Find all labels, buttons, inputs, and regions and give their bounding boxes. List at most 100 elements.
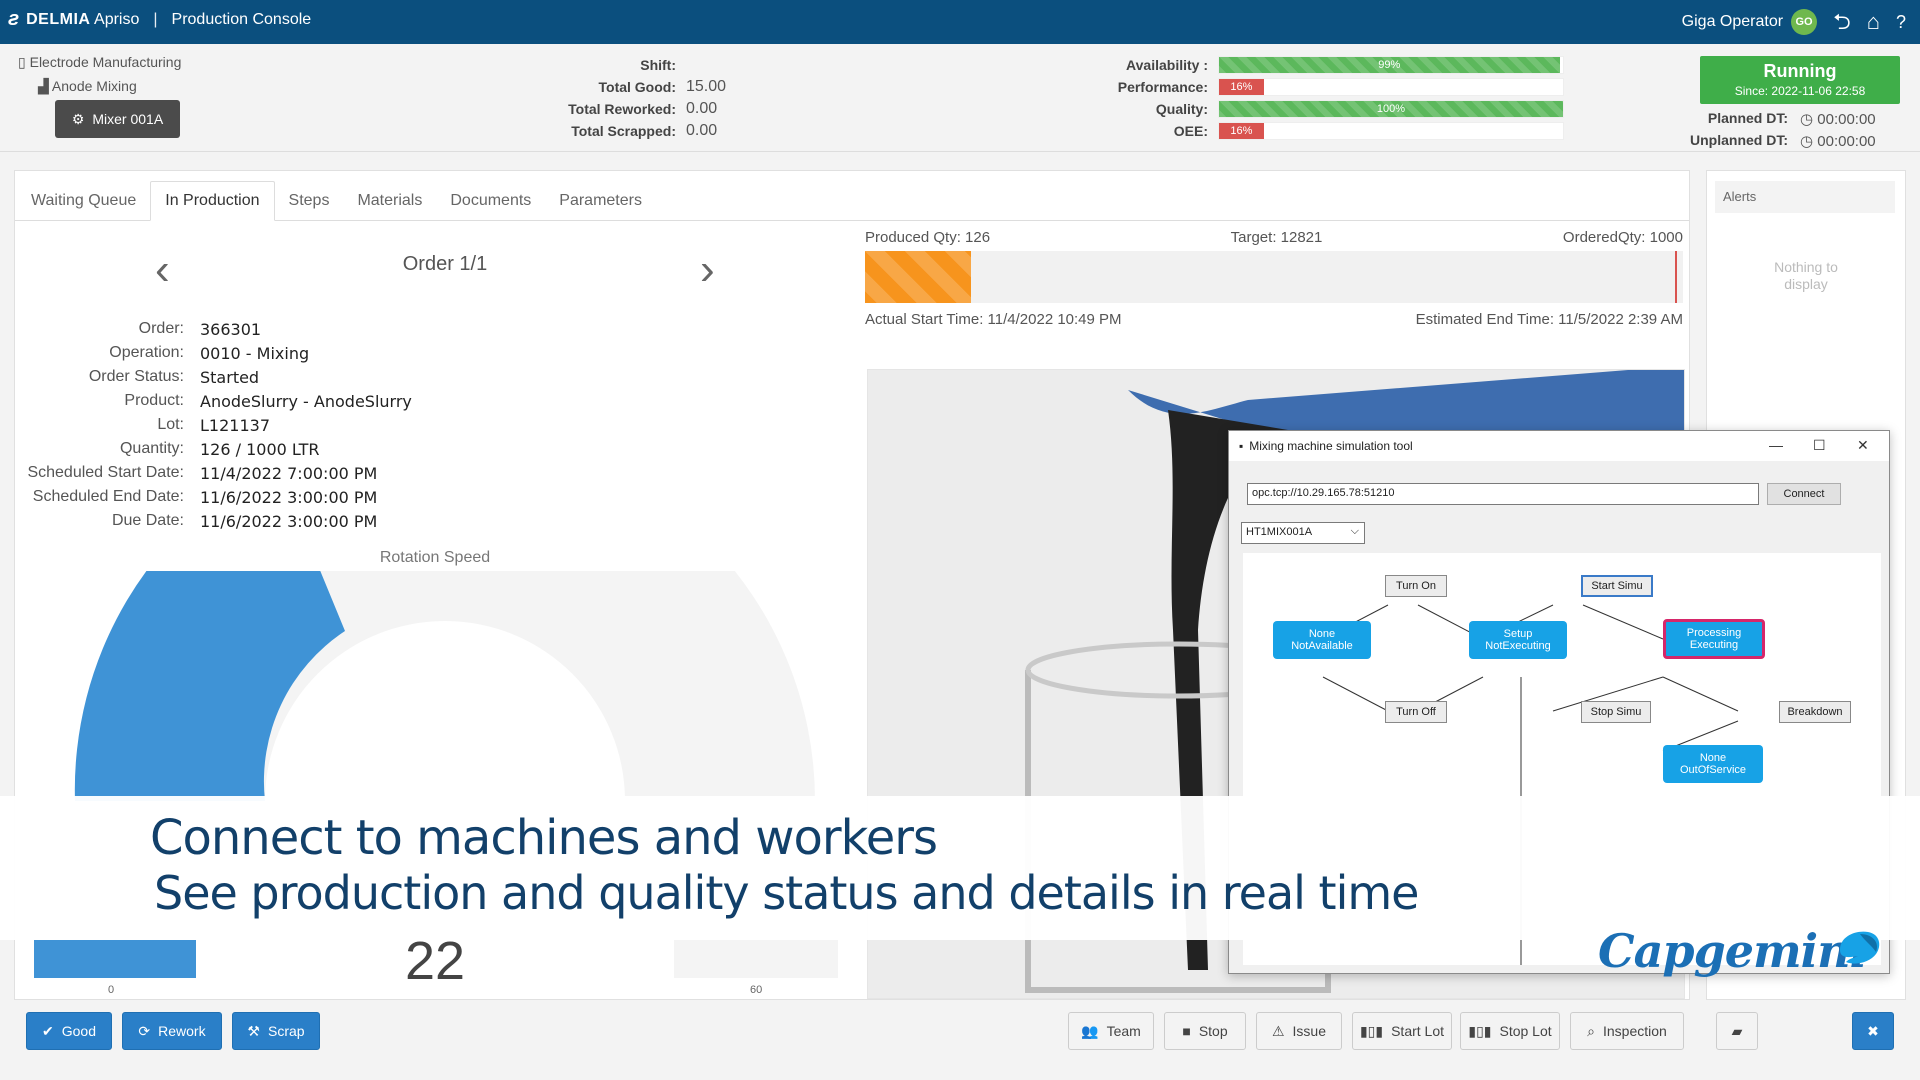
count-row: Shift: [640, 57, 676, 73]
user-name[interactable]: Giga Operator [1682, 13, 1783, 31]
3ds-logo-icon: ƨ [8, 8, 19, 30]
tab-bar: Waiting Queue In Production Steps Materi… [15, 181, 1689, 221]
kpi-oee: OEE: 16% [1100, 120, 1564, 142]
inspection-button[interactable]: ⌕ Inspection [1570, 1012, 1684, 1050]
gauge-title: Rotation Speed [379, 549, 491, 566]
check-icon: ✔ [42, 1022, 54, 1039]
avatar[interactable]: GO [1791, 9, 1818, 35]
maximize-icon[interactable]: ☐ [1813, 437, 1826, 454]
kpi-bar: 100% [1218, 100, 1564, 118]
alerts-empty-state: Nothing to display [1774, 259, 1838, 292]
state-none-outofservice[interactable]: None OutOfService [1663, 745, 1763, 783]
action-bar: ✔ Good ⟳ Rework ⚒ Scrap 👥 Team ■ Stop ⚠ Issue … [0, 1012, 1920, 1056]
gauge-track-base [674, 940, 838, 978]
kpi-fill: 16% [1219, 123, 1264, 139]
factory-icon: ▟ [38, 78, 49, 94]
tools-icon: ✖ [1867, 1022, 1879, 1039]
brand-separator: | [153, 10, 158, 28]
minimize-icon[interactable]: — [1769, 437, 1783, 453]
stop-simu-button[interactable]: Stop Simu [1581, 701, 1651, 723]
close-icon[interactable]: ✕ [1857, 437, 1869, 454]
tab-documents[interactable]: Documents [436, 182, 545, 220]
help-icon[interactable]: ? [1896, 11, 1906, 33]
connect-button[interactable]: Connect [1767, 483, 1841, 505]
caption-overlay: Connect to machines and workers See prod… [0, 796, 1920, 940]
breakdown-button[interactable]: Breakdown [1779, 701, 1851, 723]
order-navigator: Order 1/1 [402, 253, 488, 275]
kpi-bars: Availability :99% Performance: 16% Qualit… [1100, 54, 1564, 142]
estimated-end-time: Estimated End Time: 11/5/2022 2:39 AM [1415, 311, 1683, 328]
detail-row: Quantity: 126 / 1000 LTR [119, 439, 320, 459]
progress-fill [865, 251, 971, 303]
produced-qty: Produced Qty: 126 [865, 229, 991, 246]
stop-button[interactable]: ■ Stop [1164, 1012, 1246, 1050]
unplanned-downtime: Unplanned DT: ◷ 00:00:00 [1690, 132, 1876, 150]
count-row: Total Scrapped: 0.00 [571, 122, 718, 139]
detail-row: Product: AnodeSlurry - AnodeSlurry [124, 391, 412, 411]
barcode-icon: ▮▯▮ [1359, 1022, 1384, 1039]
detail-row: Scheduled Start Date: 11/4/2022 7:00:00 P… [27, 463, 378, 483]
order-details: Order: 366301 Operation: 0010 - Mixing Ord… [25, 317, 412, 533]
tree-area[interactable]: ▟ Anode Mixing [38, 78, 181, 95]
state-none-notavailable[interactable]: None NotAvailable [1273, 621, 1371, 659]
gears-icon: ⚙ [71, 110, 85, 127]
team-button[interactable]: 👥 Team [1068, 1012, 1154, 1050]
caption-line-1: Connect to machines and workers [150, 810, 938, 866]
opc-url-input[interactable]: opc.tcp://10.29.165.78:51210 [1247, 483, 1759, 505]
stop-lot-button[interactable]: ▮▯▮ Stop Lot [1460, 1012, 1560, 1050]
alerts-header: Alerts [1715, 181, 1895, 213]
kpi-bar: 16% [1218, 78, 1564, 96]
tab-parameters[interactable]: Parameters [545, 182, 656, 220]
comment-button[interactable]: ▰ [1716, 1012, 1758, 1050]
tools-button[interactable]: ✖ [1852, 1012, 1894, 1050]
state-processing-executing[interactable]: Processing Executing [1663, 619, 1765, 659]
issue-button[interactable]: ⚠ Issue [1256, 1012, 1342, 1050]
progress-bar [865, 251, 1683, 303]
state-setup-notexecuting[interactable]: Setup NotExecuting [1469, 621, 1567, 659]
start-simu-button[interactable]: Start Simu [1581, 575, 1653, 597]
location-tree: ▯ Electrode Manufacturing ▟ Anode Mixing [18, 54, 181, 102]
target-marker [1675, 251, 1677, 303]
tab-in-production[interactable]: In Production [150, 181, 275, 221]
scrap-icon: ⚒ [247, 1022, 260, 1039]
detail-row: Lot: L121137 [157, 415, 270, 435]
gauge-fill-base [34, 940, 196, 978]
kpi-bar: 16% [1218, 122, 1564, 140]
detail-row: Scheduled End Date: 11/6/2022 3:00:00 PM [32, 487, 378, 507]
tab-steps[interactable]: Steps [275, 182, 344, 220]
barcode-icon: ▮▯▮ [1468, 1022, 1492, 1039]
tab-waiting-queue[interactable]: Waiting Queue [17, 182, 150, 220]
next-order-icon[interactable]: › [700, 245, 715, 295]
search-icon: ⌕ [1587, 1022, 1595, 1039]
simulation-titlebar[interactable]: ▪ Mixing machine simulation tool — ☐ ✕ [1229, 431, 1889, 461]
order-progress: Produced Qty: 126 Target: 12821 OrderedQ… [865, 229, 1683, 328]
scrap-button[interactable]: ⚒ Scrap [232, 1012, 320, 1050]
back-icon[interactable]: ⮌ [1833, 11, 1851, 33]
clock-icon: ◷ [1800, 111, 1814, 128]
good-button[interactable]: ✔ Good [26, 1012, 112, 1050]
tab-materials[interactable]: Materials [343, 182, 436, 220]
comment-icon: ▰ [1731, 1022, 1743, 1039]
rework-button[interactable]: ⟳ Rework [122, 1012, 222, 1050]
brand: ƨ DELMIA Apriso | Production Console [8, 8, 311, 31]
rotation-speed-gauge [74, 571, 815, 801]
gauge-max: 60 [750, 984, 763, 996]
home-icon[interactable]: ⌂ [1867, 11, 1880, 33]
machine-button[interactable]: ⚙ Mixer 001A [55, 100, 180, 138]
start-lot-button[interactable]: ▮▯▮ Start Lot [1352, 1012, 1452, 1050]
kpi-availability: Availability :99% [1100, 54, 1564, 76]
machine-select[interactable]: HT1MIX001A ⌵ [1241, 522, 1365, 544]
info-strip: ▯ Electrode Manufacturing ▟ Anode Mixing… [0, 44, 1920, 152]
production-counts: Shift: Total Good: 15.00 Total Reworked: 0… [540, 54, 726, 142]
detail-row: Order: 366301 [138, 319, 262, 339]
kpi-bar: 99% [1218, 56, 1564, 74]
building-icon: ▯ [18, 54, 26, 70]
detail-row: Due Date: 11/6/2022 3:00:00 PM [111, 511, 378, 531]
tree-site[interactable]: ▯ Electrode Manufacturing [18, 54, 181, 71]
turn-on-button[interactable]: Turn On [1385, 575, 1447, 597]
brand-name: DELMIA Apriso [26, 10, 140, 28]
stop-icon: ■ [1182, 1023, 1191, 1039]
turn-off-button[interactable]: Turn Off [1385, 701, 1447, 723]
count-row: Total Good: 15.00 [598, 78, 727, 95]
clock-icon: ◷ [1800, 133, 1814, 150]
